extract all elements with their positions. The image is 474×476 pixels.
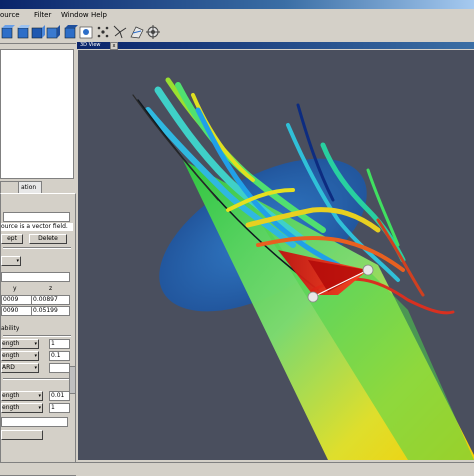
chevron-down-icon: ▾ — [38, 393, 41, 399]
extra-button[interactable] — [1, 430, 43, 440]
menu-filter[interactable]: Filter — [34, 10, 51, 20]
view-title-label: 3D View — [80, 42, 101, 48]
point1-y-field[interactable]: 0009 — [1, 295, 32, 305]
vertical-scrollbar[interactable] — [69, 366, 76, 394]
point2-y-field[interactable]: 0090 — [1, 306, 32, 316]
panel-tabs: ation — [0, 181, 74, 193]
section-divider-2 — [3, 378, 71, 380]
step-1-label: ength — [2, 392, 20, 399]
line-widget-handle-1[interactable] — [307, 291, 319, 303]
section-divider — [3, 335, 71, 337]
step-value-1[interactable]: 0.01 — [49, 391, 70, 401]
direction-dropdown[interactable]: ARD ▾ — [1, 363, 39, 373]
source-type-dropdown[interactable]: ▾ — [1, 256, 21, 266]
length-unit-dropdown-1[interactable]: ength ▾ — [1, 339, 39, 349]
menu-help[interactable]: Help — [91, 10, 107, 20]
camera-view-neg-y-icon[interactable] — [30, 24, 46, 40]
camera-view-pos-y-icon[interactable] — [15, 24, 31, 40]
render-viewport-3d[interactable] — [78, 50, 474, 460]
extra-field[interactable] — [1, 417, 68, 427]
toolbar — [0, 21, 474, 44]
left-panel: ation ource is a vector field. ept Delet… — [0, 44, 76, 476]
source-name-field[interactable] — [3, 212, 70, 222]
point2-z-field[interactable]: 0.05199 — [31, 306, 70, 316]
length-value-2[interactable]: 0.1 — [49, 351, 70, 361]
window-titlebar — [0, 0, 474, 9]
step-2-label: ength — [2, 404, 20, 411]
status-bar — [0, 462, 474, 475]
column-z-label: z — [49, 285, 53, 292]
dropdown-1-label: ength — [2, 340, 20, 347]
menu-window[interactable]: Window — [61, 10, 89, 20]
step-length-dropdown-1[interactable]: ength ▾ — [1, 391, 43, 401]
step-length-dropdown-2[interactable]: ength ▾ — [1, 403, 43, 413]
dropdown-2-label: ength — [2, 352, 20, 359]
center-axes-icon[interactable] — [95, 24, 111, 40]
direction-label: ARD — [2, 364, 15, 371]
chevron-down-icon: ▾ — [16, 258, 19, 264]
pick-center-icon[interactable] — [129, 24, 145, 40]
camera-view-pos-z-icon[interactable] — [45, 24, 61, 40]
chevron-down-icon: ▾ — [34, 341, 37, 347]
properties-panel: ource is a vector field. ept Delete ▾ y … — [0, 193, 76, 476]
chevron-down-icon: ▾ — [34, 353, 37, 359]
view-close-icon[interactable]: x — [110, 42, 118, 50]
section-label-integrability: ability — [1, 325, 20, 332]
accept-button[interactable]: ept — [1, 234, 23, 244]
camera-reset-icon[interactable] — [78, 24, 94, 40]
tab-information[interactable]: ation — [18, 181, 42, 193]
axes-orientation-icon[interactable] — [112, 24, 128, 40]
length-value-1[interactable]: 1 — [49, 339, 70, 349]
camera-view-neg-x-icon[interactable] — [0, 24, 16, 40]
render-canvas — [132, 77, 474, 460]
chevron-down-icon: ▾ — [38, 405, 41, 411]
tab-properties[interactable] — [0, 181, 20, 193]
point1-z-field[interactable]: 0.00897 — [31, 295, 70, 305]
settings-gear-icon[interactable] — [145, 24, 161, 40]
direction-value[interactable] — [49, 363, 70, 373]
camera-view-neg-z-icon[interactable] — [63, 24, 79, 40]
seed-field[interactable] — [1, 272, 70, 282]
length-unit-dropdown-2[interactable]: ength ▾ — [1, 351, 39, 361]
column-y-label: y — [13, 285, 17, 292]
delete-button[interactable]: Delete — [29, 234, 67, 244]
view-titlebar: 3D View — [77, 42, 474, 49]
menu-source[interactable]: ource — [0, 10, 20, 20]
panel-divider — [3, 247, 71, 249]
step-value-2[interactable]: 1 — [49, 403, 70, 413]
chevron-down-icon: ▾ — [34, 365, 37, 371]
pipeline-browser[interactable] — [0, 49, 74, 179]
status-message: ource is a vector field. — [1, 223, 73, 231]
line-widget-handle-2[interactable] — [362, 264, 374, 276]
